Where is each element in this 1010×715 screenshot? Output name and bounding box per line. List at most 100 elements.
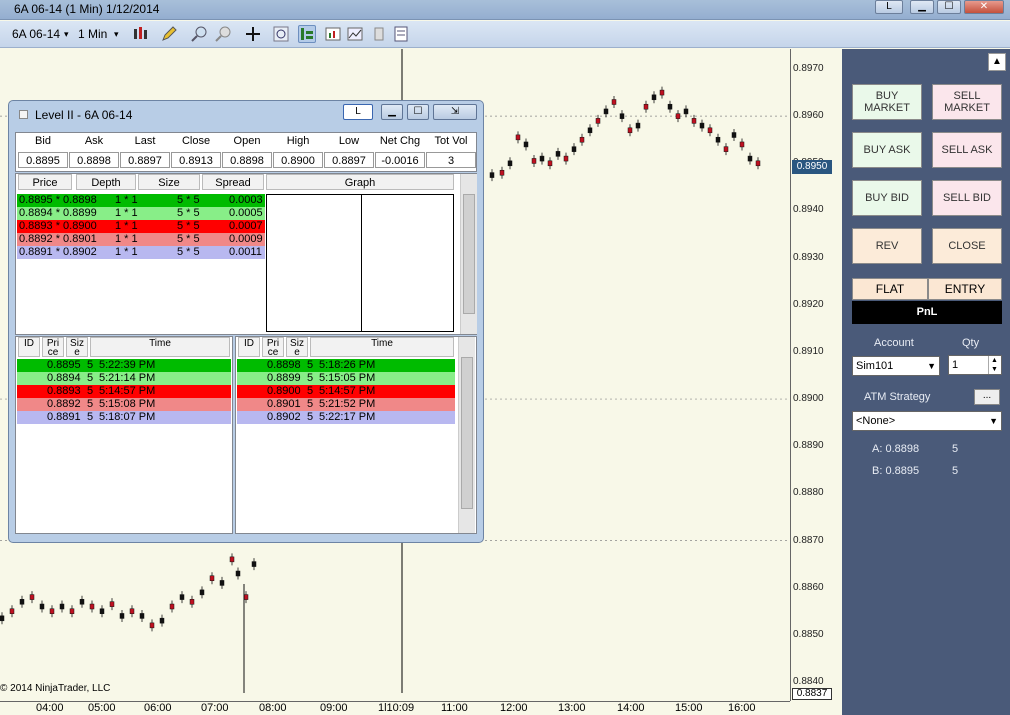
copyright-text: © 2014 NinjaTrader, LLC (0, 683, 111, 694)
chart-style-icon[interactable] (132, 25, 150, 43)
price-tick-label: 0.8840 (793, 675, 824, 687)
tape-price: 0.8891 (47, 411, 81, 423)
tape-price: 0.8902 (267, 411, 301, 423)
time-tick-label: 15:00 (675, 702, 703, 714)
reverse-button[interactable]: REV (852, 228, 922, 264)
candle-body (139, 613, 145, 619)
tape-header-size[interactable]: Siz e (66, 337, 88, 358)
buy-bid-button[interactable]: BUY BID (852, 180, 922, 216)
summary-header: Last (120, 133, 170, 149)
instrument-selector[interactable]: 6A 06-14 (12, 27, 60, 41)
indicators-icon[interactable] (324, 25, 342, 43)
properties-icon[interactable] (392, 25, 410, 43)
summary-value: 0.8897 (324, 152, 374, 168)
depth-header[interactable]: Depth (76, 174, 136, 190)
tape-row[interactable]: 0.8891 5 5:18:07 PM (17, 411, 231, 424)
tape-time: 5:14:57 PM (99, 385, 156, 397)
summary-header: High (273, 133, 323, 149)
last-price-marker: 0.8837 (792, 688, 832, 700)
candle-body (731, 132, 737, 138)
tape-header-size[interactable]: Siz e (286, 337, 308, 358)
level2-link-button[interactable]: L (343, 104, 373, 120)
tape-size: 5 (87, 398, 94, 410)
close-icon[interactable]: ✕ (964, 0, 1004, 14)
candle-body (507, 160, 513, 167)
tape-time: 5:22:17 PM (319, 411, 376, 423)
sell-market-button[interactable]: SELL MARKET (932, 84, 1002, 120)
atm-options-button[interactable]: ... (974, 389, 1000, 405)
level2-maximize-icon[interactable]: ☐ (407, 104, 429, 120)
tape-row[interactable]: 0.8895 5 5:22:39 PM (17, 359, 231, 372)
tape-header-id[interactable]: ID (238, 337, 260, 357)
tape-size: 5 (307, 398, 314, 410)
level2-title: Level II - 6A 06-14 (35, 108, 133, 122)
depth-header[interactable]: Size (138, 174, 200, 190)
interval-selector[interactable]: 1 Min (78, 27, 107, 41)
atm-strategy-select[interactable]: <None> ▼ (852, 411, 1002, 431)
depth-row[interactable]: 0.8891 * 0.8902 1 * 1 5 * 5 0.0011 (17, 246, 265, 259)
crosshair-icon[interactable] (244, 25, 262, 43)
candle-body (489, 172, 495, 178)
link-button[interactable]: L (875, 0, 903, 14)
tape-row[interactable]: 0.8902 5 5:22:17 PM (237, 411, 455, 424)
instrument-dropdown-icon[interactable]: ▾ (64, 29, 69, 40)
depth-header[interactable]: Graph (266, 174, 454, 190)
data-box-icon[interactable] (298, 25, 316, 43)
scroll-thumb[interactable] (463, 194, 475, 314)
close-position-button[interactable]: CLOSE (932, 228, 1002, 264)
level2-close-icon[interactable]: ⇲ (433, 104, 477, 120)
drawing-pencil-icon[interactable] (160, 25, 178, 43)
tape-price: 0.8900 (267, 385, 301, 397)
chart-image-icon[interactable] (346, 25, 364, 43)
buy-ask-button[interactable]: BUY ASK (852, 132, 922, 168)
buy-market-button[interactable]: BUY MARKET (852, 84, 922, 120)
tape-row[interactable]: 0.8893 5 5:14:57 PM (17, 385, 231, 398)
zoom-in-icon[interactable] (190, 25, 208, 43)
depth-header[interactable]: Price (18, 174, 72, 190)
depth-row[interactable]: 0.8892 * 0.8901 1 * 1 5 * 5 0.0009 (17, 233, 265, 246)
summary-value: 0.8895 (18, 152, 68, 168)
chevron-down-icon: ▼ (927, 361, 936, 371)
level2-minimize-icon[interactable]: ▁ (381, 104, 403, 120)
ask-size-label: 5 (952, 443, 959, 455)
depth-scrollbar[interactable] (460, 174, 477, 334)
depth-header[interactable]: Spread (202, 174, 264, 190)
depth-row[interactable]: 0.8895 * 0.8898 1 * 1 5 * 5 0.0003 (17, 194, 265, 207)
sell-bid-button[interactable]: SELL BID (932, 180, 1002, 216)
depth-row[interactable]: 0.8894 * 0.8899 1 * 1 5 * 5 0.0005 (17, 207, 265, 220)
level2-window[interactable]: Level II - 6A 06-14 L ▁ ☐ ⇲ Bid Ask Last Cl… (8, 100, 484, 543)
sell-ask-button[interactable]: SELL ASK (932, 132, 1002, 168)
tape-row[interactable]: 0.8898 5 5:18:26 PM (237, 359, 455, 372)
spinner-icon[interactable]: ▲ ▼ (988, 356, 1000, 374)
zoom-out-icon[interactable] (214, 25, 232, 43)
tape-header-time[interactable]: Time (90, 337, 230, 357)
quantity-stepper[interactable]: 1 ▲ ▼ (948, 355, 1002, 375)
tape-scrollbar[interactable] (458, 337, 475, 533)
depth-size: 5 * 5 (177, 233, 200, 245)
collapse-panel-icon[interactable]: ▲ (988, 53, 1006, 71)
tape-header-time[interactable]: Time (310, 337, 454, 357)
tape-row[interactable]: 0.8892 5 5:15:08 PM (17, 398, 231, 411)
depth-size: 1 * 1 (115, 207, 138, 219)
tape-row[interactable]: 0.8901 5 5:21:52 PM (237, 398, 455, 411)
account-select[interactable]: Sim101 ▼ (852, 356, 940, 376)
depth-row[interactable]: 0.8893 * 0.8900 1 * 1 5 * 5 0.0007 (17, 220, 265, 233)
candle-body (189, 599, 195, 605)
save-icon[interactable] (370, 25, 388, 43)
tape-header-id[interactable]: ID (18, 337, 40, 357)
tape-row[interactable]: 0.8900 5 5:14:57 PM (237, 385, 455, 398)
minimize-icon[interactable]: ▁ (910, 0, 934, 14)
price-axis (790, 49, 840, 701)
summary-value: 0.8900 (273, 152, 323, 168)
tape-time: 5:18:26 PM (319, 359, 376, 371)
tape-header-price[interactable]: Pri ce (262, 337, 284, 358)
tape-row[interactable]: 0.8899 5 5:15:05 PM (237, 372, 455, 385)
maximize-icon[interactable]: ☐ (937, 0, 961, 14)
tape-header-price[interactable]: Pri ce (42, 337, 64, 358)
magnifier-icon[interactable] (272, 25, 290, 43)
scroll-thumb[interactable] (461, 357, 473, 509)
candle-body (243, 594, 249, 600)
depth-price: 0.8892 * 0.8901 (19, 233, 97, 245)
interval-dropdown-icon[interactable]: ▾ (114, 29, 119, 40)
tape-row[interactable]: 0.8894 5 5:21:14 PM (17, 372, 231, 385)
